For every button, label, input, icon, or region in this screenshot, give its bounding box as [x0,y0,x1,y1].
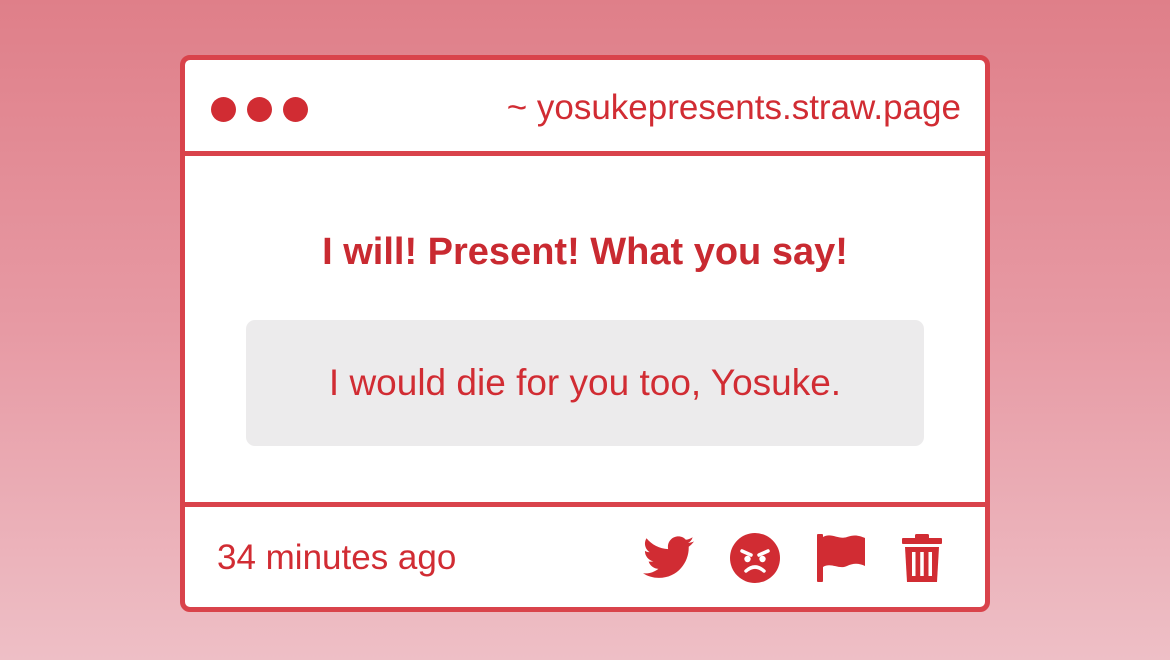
window-dot-3 [283,97,308,122]
page-url[interactable]: ~ yosukepresents.straw.page [507,88,961,128]
share-twitter-button[interactable] [643,536,695,580]
delete-button[interactable] [901,533,943,583]
post-timestamp: 34 minutes ago [217,538,457,577]
report-flag-button[interactable] [815,532,867,584]
react-angry-button[interactable] [729,532,781,584]
post-content: I will! Present! What you say! I would d… [185,156,985,502]
window-titlebar: ~ yosukepresents.straw.page [185,60,985,156]
angry-face-icon [730,533,780,583]
message-box: I would die for you too, Yosuke. [246,320,924,446]
message-text: I would die for you too, Yosuke. [328,362,842,403]
page-headline: I will! Present! What you say! [322,231,848,273]
trash-icon [902,534,942,582]
twitter-icon [643,536,695,578]
post-footer: 34 minutes ago [185,502,985,607]
post-actions [643,530,943,586]
window-dot-1 [211,97,236,122]
window-controls [211,97,308,122]
flag-icon [817,534,865,582]
post-card: ~ yosukepresents.straw.page I will! Pres… [180,55,990,612]
window-dot-2 [247,97,272,122]
